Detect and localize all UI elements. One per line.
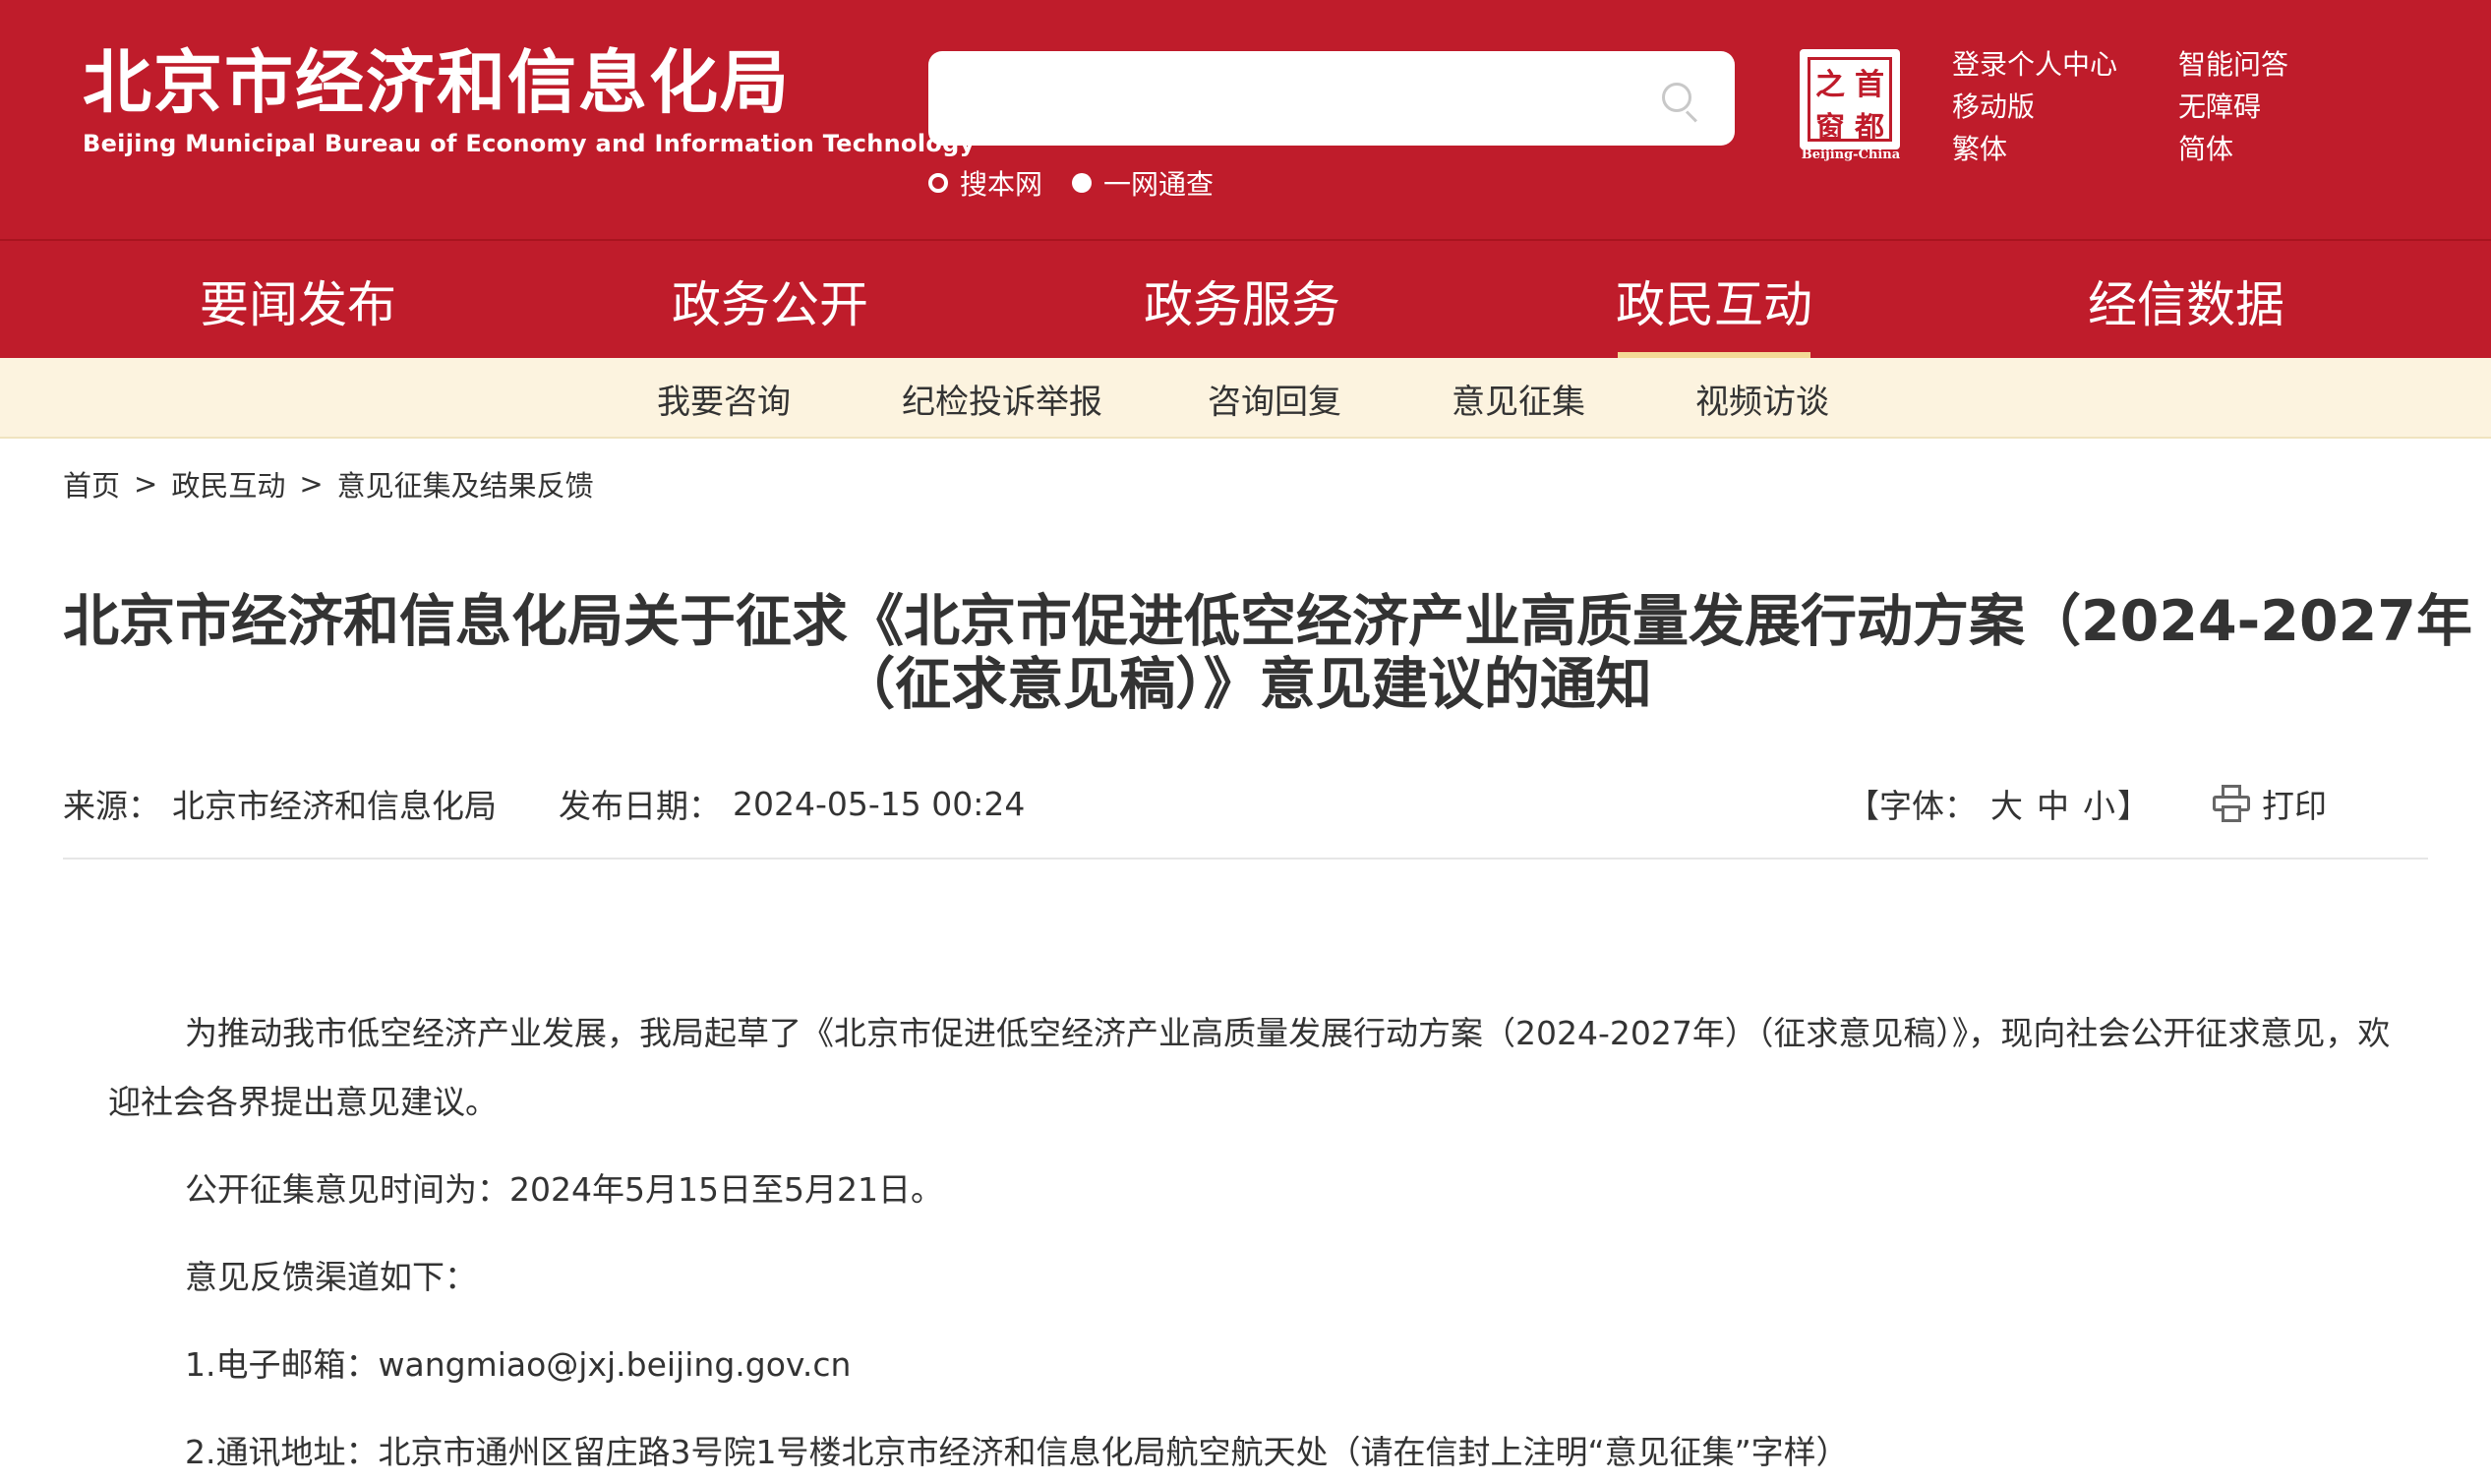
nav-government-affairs[interactable]: 政务公开	[672, 241, 868, 360]
subnav-complaint-report[interactable]: 纪检投诉举报	[902, 358, 1102, 439]
smart-qa-link[interactable]: 智能问答	[2178, 45, 2288, 85]
radio-unchecked-icon	[928, 173, 948, 193]
article-paragraph: 意见反馈渠道如下：	[185, 1258, 477, 1296]
site-logo-cn[interactable]: 北京市经济和信息化局	[83, 43, 791, 122]
nav-data[interactable]: 经信数据	[2088, 241, 2284, 360]
mobile-version-link[interactable]: 移动版	[1952, 88, 2035, 127]
capital-window-seal-icon[interactable]: 之 首 窗 都	[1800, 49, 1900, 149]
font-size-large[interactable]: 大	[1990, 780, 2023, 827]
article-paragraph: 为推动我市低空经济产业发展，我局起草了《北京市促进低空经济产业高质量发展行动方案…	[185, 1014, 2391, 1052]
seal-char: 都	[1855, 111, 1884, 146]
nav-government-services[interactable]: 政务服务	[1144, 241, 1340, 360]
font-size-label: 【字体：	[1847, 787, 1977, 825]
breadcrumb-separator: >	[299, 467, 324, 501]
breadcrumb-home[interactable]: 首页	[63, 463, 120, 505]
nav-interaction[interactable]: 政民互动	[1616, 241, 1812, 360]
font-size-bracket: 】	[2117, 787, 2150, 825]
subnav-video-interview[interactable]: 视频访谈	[1695, 358, 1829, 439]
seal-caption: Beijing-China	[1801, 148, 1901, 162]
article-paragraph: 2.通讯地址：北京市通州区留庄路3号院1号楼北京市经济和信息化局航空航天处（请在…	[185, 1433, 1849, 1471]
simplified-chinese-link[interactable]: 简体	[2178, 130, 2233, 169]
subnav-consult[interactable]: 我要咨询	[657, 358, 791, 439]
subnav-consult-reply[interactable]: 咨询回复	[1208, 358, 1341, 439]
site-header: 北京市经济和信息化局 Beijing Municipal Bureau of E…	[0, 0, 2491, 239]
search-input[interactable]	[928, 51, 1646, 146]
breadcrumb-opinion-collection[interactable]: 意见征集及结果反馈	[337, 463, 594, 505]
article-paragraph: 迎社会各界提出意见建议。	[108, 1083, 498, 1121]
source-label: 来源：	[63, 787, 160, 825]
seal-char: 之	[1815, 68, 1845, 102]
accessibility-link[interactable]: 无障碍	[2178, 88, 2261, 127]
subnav-opinion-collection[interactable]: 意见征集	[1452, 358, 1585, 439]
article-paragraph[interactable]: 1.电子邮箱：wangmiao@jxj.beijing.gov.cn	[185, 1340, 851, 1390]
search-box	[928, 51, 1735, 146]
search-option-label: 一网通查	[1103, 168, 1215, 201]
meta-divider	[63, 858, 2428, 860]
date-label: 发布日期：	[559, 787, 721, 825]
breadcrumb-separator: >	[134, 467, 158, 501]
font-size-small[interactable]: 小	[2083, 780, 2115, 827]
site-logo-en[interactable]: Beijing Municipal Bureau of Economy and …	[83, 130, 976, 157]
login-link[interactable]: 登录个人中心	[1952, 45, 2117, 85]
nav-news[interactable]: 要闻发布	[200, 241, 396, 360]
search-option-all[interactable]: 一网通查	[1072, 163, 1214, 203]
radio-checked-icon	[1072, 173, 1092, 193]
font-size-medium[interactable]: 中	[2037, 780, 2069, 827]
article-paragraph: 公开征集意见时间为：2024年5月15日至5月21日。	[185, 1170, 943, 1209]
article-title-line-2: （征求意见稿）》意见建议的通知	[839, 652, 1652, 717]
search-option-label: 搜本网	[960, 168, 1043, 201]
printer-icon	[2213, 785, 2250, 822]
traditional-chinese-link[interactable]: 繁体	[1952, 130, 2007, 169]
search-icon[interactable]	[1662, 83, 1701, 123]
article-title-line-1: 北京市经济和信息化局关于征求《北京市促进低空经济产业高质量发展行动方案（2024…	[63, 589, 2472, 654]
date-value: 2024-05-15 00:24	[733, 784, 1026, 823]
main-nav: 要闻发布 政务公开 政务服务 政民互动 经信数据	[0, 239, 2491, 360]
article-source: 来源： 北京市经济和信息化局	[63, 779, 497, 828]
article-date: 发布日期： 2024-05-15 00:24	[559, 779, 1025, 828]
print-button[interactable]: 打印	[2213, 779, 2327, 828]
seal-char: 首	[1855, 68, 1884, 102]
breadcrumb-interaction[interactable]: 政民互动	[171, 463, 285, 505]
font-size-control: 【字体： 大 中 小 】	[1847, 779, 2150, 828]
sub-nav: 我要咨询 纪检投诉举报 咨询回复 意见征集 视频访谈	[0, 358, 2491, 439]
print-label: 打印	[2262, 787, 2327, 825]
search-option-site[interactable]: 搜本网	[928, 163, 1042, 203]
source-value: 北京市经济和信息化局	[172, 787, 497, 825]
breadcrumb: 首页 > 政民互动 > 意见征集及结果反馈	[63, 462, 594, 505]
seal-char: 窗	[1815, 111, 1845, 146]
